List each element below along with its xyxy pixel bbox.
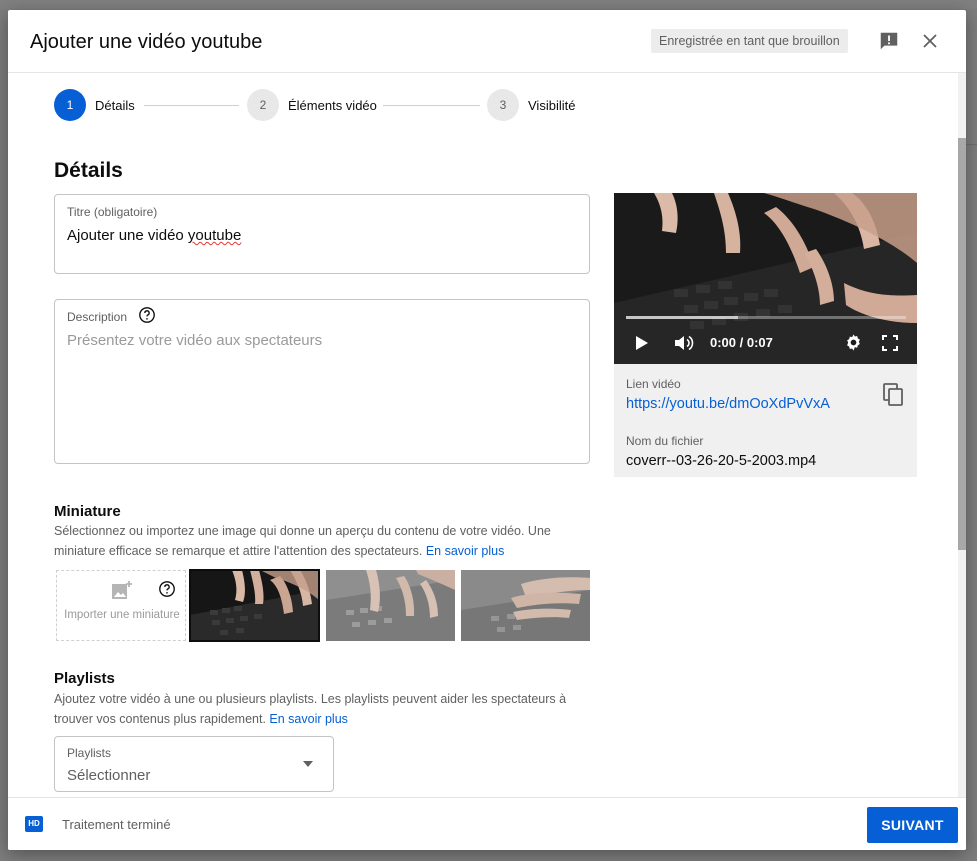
play-icon[interactable] (635, 335, 649, 351)
playlist-dropdown[interactable]: Playlists Sélectionner (54, 736, 334, 792)
step-visibility[interactable]: 3 Visibilité (487, 89, 575, 121)
title-field[interactable]: Titre (obligatoire) Ajouter une vidéo yo… (54, 194, 590, 274)
thumbnail-image (326, 570, 455, 641)
step-number: 3 (487, 89, 519, 121)
step-connector (144, 105, 239, 106)
draft-status-badge: Enregistrée en tant que brouillon (651, 29, 848, 53)
processing-status: Traitement terminé (62, 817, 171, 832)
copy-icon[interactable] (882, 383, 904, 407)
playlists-learn-more-link[interactable]: En savoir plus (269, 712, 348, 726)
filename-value: coverr--03-26-20-5-2003.mp4 (626, 453, 817, 469)
thumbnail-image (190, 570, 319, 641)
title-field-value[interactable]: Ajouter une vidéo youtube (67, 227, 241, 244)
spellcheck-flagged-word: youtube (187, 227, 242, 244)
section-heading-thumbnail: Miniature (54, 503, 121, 520)
description-placeholder: Présentez votre vidéo aux spectateurs (67, 332, 323, 349)
description-field[interactable]: Description Présentez votre vidéo aux sp… (54, 299, 590, 464)
section-heading-playlists: Playlists (54, 670, 115, 687)
auto-thumbnail-1[interactable] (189, 569, 320, 642)
next-button[interactable]: SUIVANT (867, 807, 958, 843)
playlist-dropdown-value: Sélectionner (67, 767, 151, 784)
thumbnail-learn-more-link[interactable]: En savoir plus (426, 544, 505, 558)
upload-stepper: 1 Détails 2 Éléments vidéo 3 Visibilité (8, 73, 958, 137)
title-text: Ajouter une vidéo (67, 227, 188, 244)
video-link[interactable]: https://youtu.be/dmOoXdPvVxA (626, 396, 830, 412)
upload-dialog: Ajouter une vidéo youtube Enregistrée en… (8, 10, 966, 850)
auto-thumbnail-3[interactable] (461, 570, 590, 641)
playlists-description: Ajoutez votre vidéo à une ou plusieurs p… (54, 689, 594, 729)
upload-thumbnail-button[interactable]: Importer une miniature (56, 570, 186, 641)
description-field-label: Description (67, 310, 128, 324)
close-icon[interactable] (920, 31, 940, 51)
dialog-footer: HD Traitement terminé SUIVANT (8, 797, 966, 850)
background-top-strip (0, 0, 977, 9)
dropdown-caret-icon (303, 761, 313, 767)
background-divider (966, 144, 977, 145)
title-field-label: Titre (obligatoire) (67, 205, 158, 219)
video-preview-card: 0:00 / 0:07 Lien vidéo https://youtu.be/… (614, 193, 917, 477)
step-label: Détails (95, 97, 135, 113)
dialog-title: Ajouter une vidéo youtube (30, 31, 263, 53)
upload-thumbnail-label: Importer une miniature (64, 609, 180, 621)
video-link-label: Lien vidéo (626, 377, 681, 391)
help-icon[interactable] (138, 306, 156, 324)
volume-icon[interactable] (674, 334, 694, 352)
help-icon[interactable] (158, 580, 176, 598)
video-time: 0:00 / 0:07 (710, 335, 773, 350)
step-label: Visibilité (528, 97, 576, 113)
step-video-elements[interactable]: 2 Éléments vidéo (247, 89, 377, 121)
video-controls: 0:00 / 0:07 (614, 311, 917, 364)
filename-label: Nom du fichier (626, 434, 704, 448)
step-label: Éléments vidéo (288, 97, 377, 113)
video-player[interactable]: 0:00 / 0:07 (614, 193, 917, 364)
section-heading-details: Détails (54, 159, 123, 182)
playlist-dropdown-label: Playlists (67, 746, 112, 760)
feedback-icon[interactable] (878, 30, 900, 52)
step-details[interactable]: 1 Détails (54, 89, 135, 121)
thumbnail-description: Sélectionnez ou importez une image qui d… (54, 521, 594, 561)
settings-gear-icon[interactable] (844, 333, 863, 352)
progress-buffer (626, 316, 738, 319)
fullscreen-icon[interactable] (882, 335, 898, 351)
step-connector (383, 105, 480, 106)
dialog-content: Détails Titre (obligatoire) Ajouter une … (8, 137, 958, 797)
thumbnail-image (461, 570, 590, 641)
step-number: 1 (54, 89, 86, 121)
scrollbar-thumb[interactable] (958, 138, 966, 550)
add-photo-icon (112, 581, 132, 599)
hd-badge-icon: HD (25, 816, 43, 832)
auto-thumbnail-2[interactable] (326, 570, 455, 641)
step-number: 2 (247, 89, 279, 121)
dialog-header: Ajouter une vidéo youtube Enregistrée en… (8, 10, 966, 73)
